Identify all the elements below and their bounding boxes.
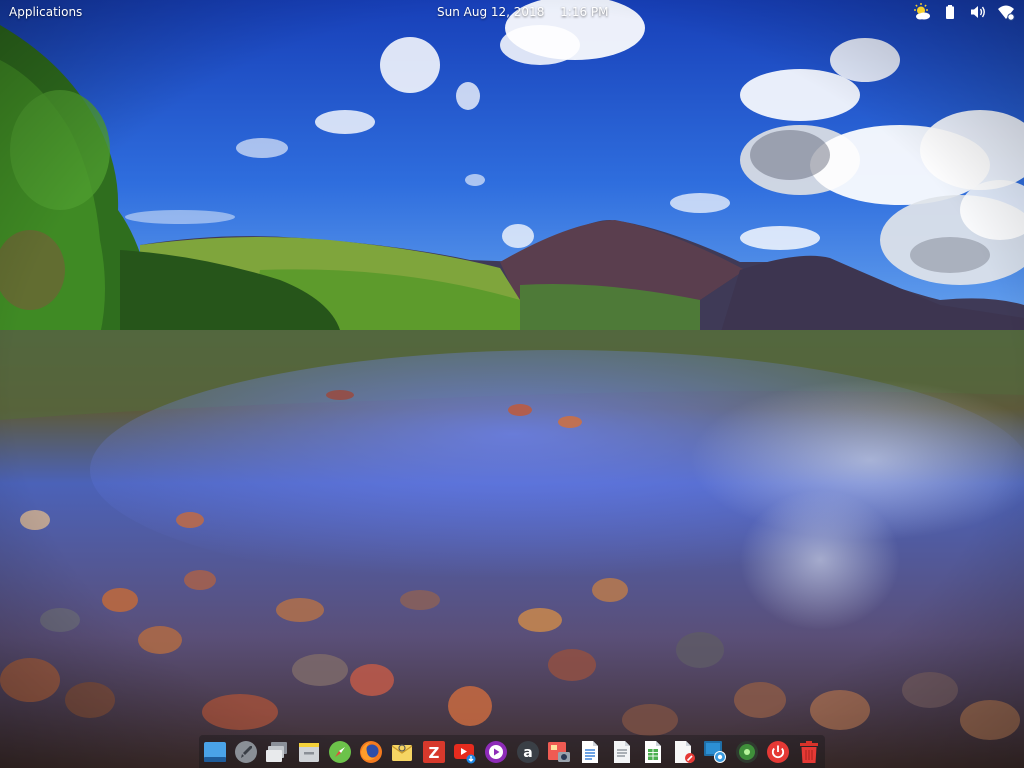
shutdown-icon[interactable] <box>762 737 793 767</box>
dock: Z a <box>199 735 825 768</box>
time-label: 1:16 PM <box>560 5 609 19</box>
applications-menu-label: Applications <box>9 5 83 19</box>
system-indicators <box>912 2 1016 22</box>
system-monitor-icon[interactable] <box>731 737 762 767</box>
screenshot-icon[interactable] <box>543 737 574 767</box>
applications-menu[interactable]: Applications <box>9 0 82 24</box>
svg-text:a: a <box>523 745 532 761</box>
desktop-wallpaper <box>0 0 1024 768</box>
filezilla-icon[interactable]: Z <box>418 737 449 767</box>
date-label: Sun Aug 12, 2018 <box>437 5 545 19</box>
document-writer-icon[interactable] <box>575 737 606 767</box>
web-browser-icon[interactable] <box>324 737 355 767</box>
music-player-icon[interactable] <box>481 737 512 767</box>
text-editor-icon[interactable] <box>668 737 699 767</box>
firefox-icon[interactable] <box>356 737 387 767</box>
rocket-launcher-icon[interactable] <box>230 737 261 767</box>
date-time-indicator[interactable]: Sun Aug 12, 2018 1:16 PM <box>437 0 609 24</box>
remote-desktop-icon[interactable] <box>700 737 731 767</box>
svg-text:Z: Z <box>428 744 439 762</box>
trash-icon[interactable] <box>794 737 825 767</box>
text-document-icon[interactable] <box>606 737 637 767</box>
spreadsheet-icon[interactable] <box>637 737 668 767</box>
network-wireless-icon[interactable] <box>996 2 1016 22</box>
battery-icon[interactable] <box>940 2 960 22</box>
youtube-downloader-icon[interactable] <box>449 737 480 767</box>
show-desktop-icon[interactable] <box>199 737 230 767</box>
file-manager-icon[interactable] <box>293 737 324 767</box>
multitasking-view-icon[interactable] <box>262 737 293 767</box>
volume-icon[interactable] <box>968 2 988 22</box>
weather-sun-icon[interactable] <box>912 2 932 22</box>
amazon-icon[interactable]: a <box>512 737 543 767</box>
desktop[interactable]: Applications Sun Aug 12, 2018 1:16 PM Z … <box>0 0 1024 768</box>
mail-icon[interactable] <box>387 737 418 767</box>
top-panel: Applications Sun Aug 12, 2018 1:16 PM <box>0 0 1024 24</box>
